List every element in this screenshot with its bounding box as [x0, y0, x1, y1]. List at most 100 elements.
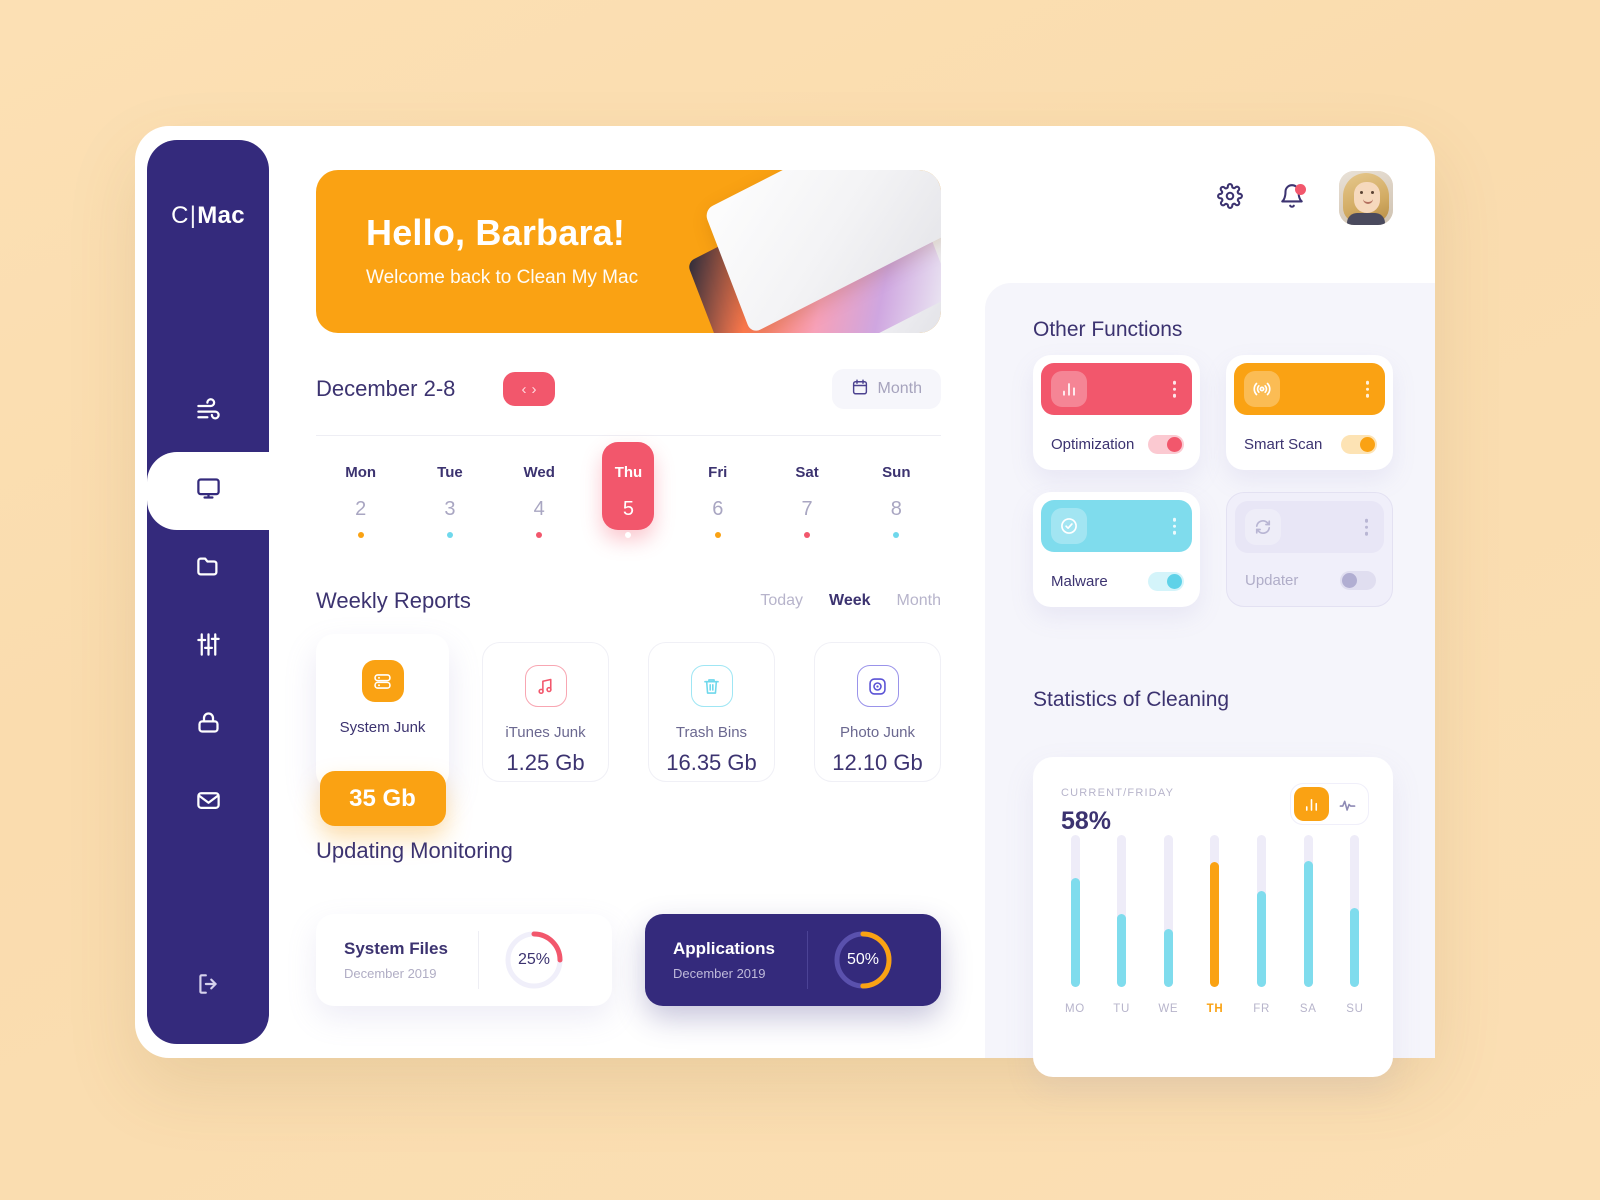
logo-prefix: C [171, 202, 189, 229]
chart-bar[interactable]: SA [1294, 835, 1322, 1015]
function-card-optimization[interactable]: Optimization [1033, 355, 1200, 470]
server-icon [361, 660, 404, 702]
monitoring-card-title: Applications [673, 939, 776, 958]
month-filter-button[interactable]: Month [831, 369, 941, 409]
notifications-button[interactable] [1277, 183, 1307, 213]
report-card-photo-junk[interactable]: Photo Junk 12.10 Gb [814, 642, 941, 782]
report-card-label: Trash Bins [675, 724, 748, 741]
toggle-updater[interactable] [1340, 571, 1376, 590]
chart-bar-label: SA [1299, 1003, 1317, 1015]
folder-icon [195, 553, 222, 585]
toggle-malware[interactable] [1148, 572, 1184, 591]
chart-bar[interactable]: MO [1061, 835, 1089, 1015]
report-card-system-junk[interactable]: System Junk 35 Gb [316, 634, 449, 826]
day-cell[interactable]: Sun 8 [852, 454, 941, 548]
function-card-malware[interactable]: Malware [1033, 492, 1200, 607]
tab-today[interactable]: Today [760, 592, 803, 610]
other-functions-title: Other Functions [1033, 318, 1183, 341]
progress-ring-label: 25% [517, 951, 551, 968]
day-cell[interactable]: Tue 3 [405, 454, 494, 548]
trash-icon [690, 665, 733, 707]
day-dot [536, 532, 543, 538]
chart-bar[interactable]: TU [1108, 835, 1136, 1015]
avatar[interactable] [1339, 171, 1393, 225]
sidebar-item-dashboard[interactable] [147, 452, 269, 530]
tab-month[interactable]: Month [897, 592, 941, 610]
card-divider [478, 931, 479, 989]
monitoring-card-title: System Files [344, 939, 448, 958]
report-card-trash-bins[interactable]: Trash Bins 16.35 Gb [648, 642, 775, 782]
toggle-smart-scan[interactable] [1341, 435, 1377, 454]
function-card-updater[interactable]: Updater [1226, 492, 1393, 607]
day-cell[interactable]: Wed 4 [495, 454, 584, 548]
chart-bar-highlighted[interactable]: TH [1201, 835, 1229, 1015]
card-header [1041, 363, 1192, 415]
chart-bar-label: TU [1113, 1003, 1131, 1015]
next-arrow-icon[interactable]: › [532, 382, 537, 397]
card-menu-button[interactable] [1364, 518, 1368, 536]
sidebar-item-files[interactable] [147, 530, 269, 608]
monitoring-card-subtitle: December 2019 [344, 966, 437, 981]
day-cell-selected[interactable]: Thu 5 [584, 442, 673, 548]
refresh-icon [1245, 509, 1281, 545]
check-circle-icon [1051, 508, 1087, 544]
lock-icon [195, 709, 222, 741]
weekly-reports-header: Weekly Reports Today Week Month [316, 588, 941, 618]
date-navigation: December 2-8 ‹ › Month [316, 369, 941, 409]
card-menu-button[interactable] [1172, 380, 1176, 398]
day-dot [893, 532, 900, 538]
day-cell[interactable]: Sat 7 [762, 454, 851, 548]
right-panel: Other Functions Optimization Smart Scan … [985, 171, 1435, 1077]
function-card-smart-scan[interactable]: Smart Scan [1226, 355, 1393, 470]
week-strip: Mon 2 Tue 3 Wed 4 Thu 5 Fri 6 Sat 7 Sun … [316, 442, 941, 548]
card-menu-button[interactable] [1172, 517, 1176, 535]
chart-view-line-button[interactable] [1331, 787, 1366, 821]
day-number: 6 [712, 498, 724, 520]
sidebar: C|Mac [147, 140, 269, 1044]
statistics-card: CURRENT/FRIDAY 58% MO TU WE TH FR SA SU [1033, 757, 1393, 1077]
statistics-title: Statistics of Cleaning [1033, 688, 1230, 711]
day-cell[interactable]: Fri 6 [673, 454, 762, 548]
sliders-icon [195, 631, 222, 663]
banner-subtitle: Welcome back to Clean My Mac [366, 267, 639, 288]
progress-ring-system-files: 25% [503, 929, 565, 991]
settings-button[interactable] [1215, 182, 1245, 214]
function-card-label: Updater [1245, 572, 1299, 589]
tab-week[interactable]: Week [829, 592, 871, 610]
monitoring-card-subtitle: December 2019 [673, 966, 766, 981]
sidebar-item-logout[interactable] [147, 956, 269, 1016]
day-name: Thu [614, 464, 643, 481]
updating-monitoring-header: Updating Monitoring [316, 838, 941, 868]
day-cell[interactable]: Mon 2 [316, 454, 405, 548]
monitoring-card-system-files[interactable]: System Files December 2019 25% [316, 914, 612, 1006]
card-header [1041, 500, 1192, 552]
sidebar-item-security[interactable] [147, 686, 269, 764]
sidebar-item-settings[interactable] [147, 608, 269, 686]
banner-greeting: Hello, Barbara! [366, 212, 626, 253]
statistics-percent: 58% [1061, 807, 1112, 835]
progress-ring-label: 50% [846, 951, 880, 968]
chart-bar[interactable]: FR [1248, 835, 1276, 1015]
sidebar-item-mail[interactable] [147, 764, 269, 842]
report-card-value: 1.25 Gb [506, 750, 585, 775]
monitoring-card-applications[interactable]: Applications December 2019 50% [645, 914, 941, 1006]
report-card-itunes-junk[interactable]: iTunes Junk 1.25 Gb [482, 642, 609, 782]
chart-bar[interactable]: WE [1154, 835, 1182, 1015]
bar-chart-icon [1051, 371, 1087, 407]
day-dot [714, 532, 721, 538]
chart-bar[interactable]: SU [1341, 835, 1369, 1015]
bar-chart-icon [1305, 798, 1317, 811]
date-stepper[interactable]: ‹ › [503, 372, 555, 406]
day-number: 2 [355, 498, 367, 520]
day-name: Fri [708, 464, 728, 481]
day-name: Wed [523, 464, 555, 481]
gear-icon [1217, 182, 1243, 214]
chart-view-bar-button[interactable] [1294, 787, 1329, 821]
welcome-banner: Hello, Barbara! Welcome back to Clean My… [316, 170, 941, 333]
card-menu-button[interactable] [1365, 380, 1369, 398]
report-card-label: System Junk [339, 719, 426, 736]
chart-bar-label: FR [1253, 1003, 1270, 1015]
month-filter-label: Month [877, 380, 922, 397]
prev-arrow-icon[interactable]: ‹ [522, 382, 527, 397]
toggle-optimization[interactable] [1148, 435, 1184, 454]
